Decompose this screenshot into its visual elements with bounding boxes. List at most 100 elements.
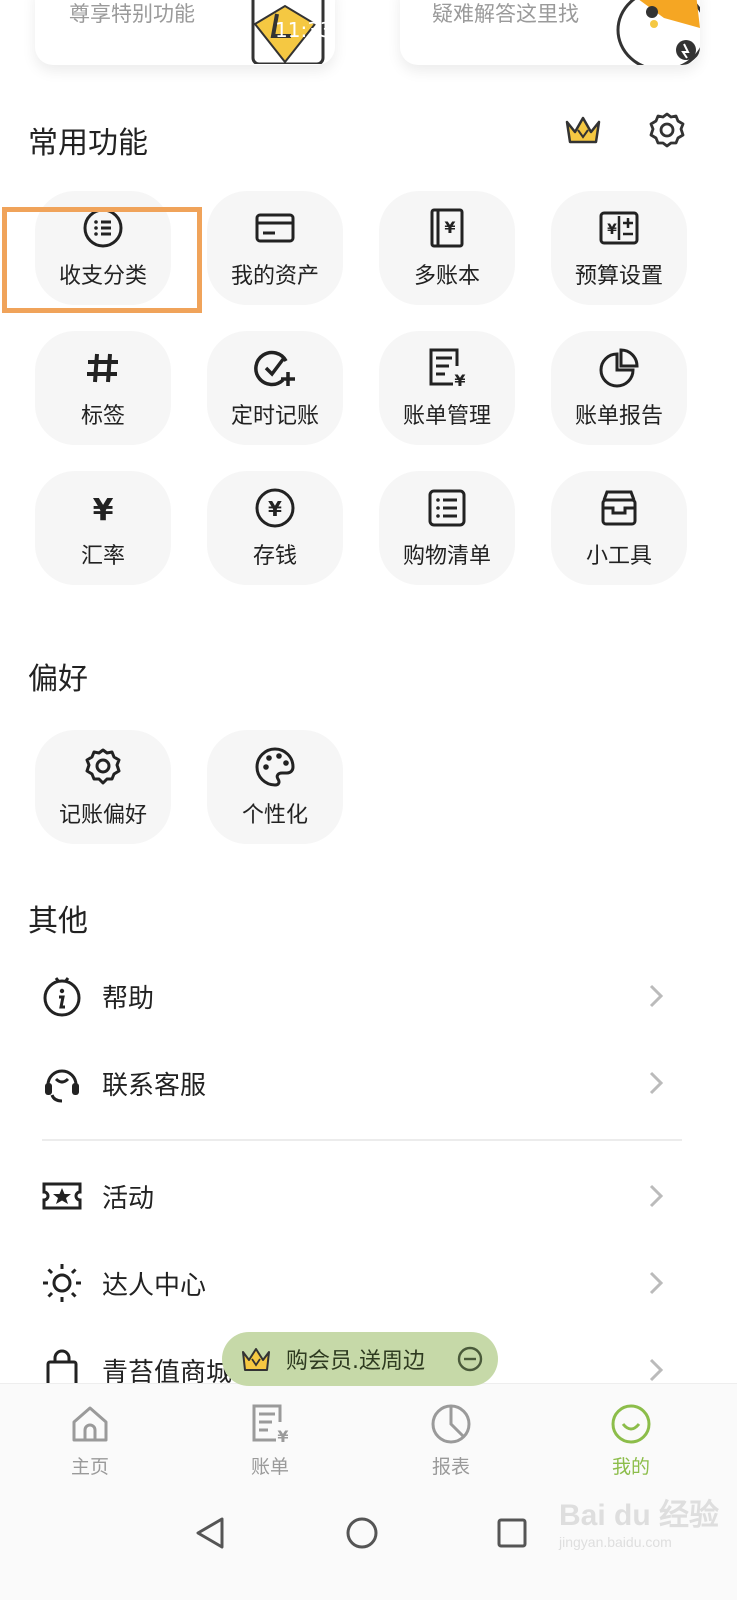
grid-label: 记账偏好: [58, 803, 147, 828]
status-time: 11:33: [275, 18, 333, 42]
membership-promo-pill[interactable]: 购会员.送周边: [222, 1332, 498, 1386]
svg-text:¥: ¥: [93, 493, 114, 528]
recents-square-icon[interactable]: [492, 1513, 532, 1553]
svg-text:¥: ¥: [444, 218, 455, 237]
svg-text:¥: ¥: [277, 1427, 288, 1446]
toolbox-icon: [601, 490, 637, 526]
grid-exchange-rate[interactable]: ¥ 汇率: [35, 471, 171, 585]
tab-label: 报表: [431, 1456, 470, 1478]
grid-income-expense-category[interactable]: 收支分类: [35, 191, 171, 305]
info-icon: [43, 977, 81, 1017]
chevron-right-icon: [649, 1184, 664, 1208]
tab-label: 账单: [250, 1456, 289, 1478]
tab-reports[interactable]: 报表: [396, 1402, 506, 1479]
settings-gear-icon[interactable]: [647, 110, 687, 150]
grid-label: 个性化: [241, 803, 308, 828]
bill-manage-icon: ¥: [429, 348, 466, 390]
grid-my-assets[interactable]: 我的资产: [207, 191, 343, 305]
grid-label: 购物清单: [402, 544, 491, 569]
calculator-icon: ¥: [599, 211, 639, 245]
list-item-customer-service[interactable]: 联系客服: [40, 1055, 680, 1111]
ledger-book-icon: ¥: [430, 208, 464, 248]
chevron-right-icon: [649, 984, 664, 1008]
grid-label: 存钱: [252, 544, 297, 569]
list-label: 达人中心: [102, 1270, 207, 1301]
others-title: 其他: [28, 904, 88, 939]
baidu-watermark: Bai du 经验 jingyan.baidu.com: [559, 1490, 719, 1550]
list-label: 活动: [102, 1183, 155, 1214]
headset-icon: [45, 1069, 79, 1103]
yen-icon: ¥: [93, 493, 114, 528]
grid-label: 账单管理: [402, 404, 491, 429]
membership-promo-text: 购会员.送周边: [286, 1349, 425, 1374]
grid-label: 标签: [80, 404, 125, 429]
tab-label: 主页: [70, 1456, 109, 1478]
grid-shopping-list[interactable]: 购物清单: [379, 471, 515, 585]
promo-row: 尊享特别功能 11:33 疑难解答这里找: [0, 0, 737, 80]
crown-icon[interactable]: [563, 110, 603, 150]
grid-personalization[interactable]: 个性化: [207, 730, 343, 844]
sun-icon: [43, 1264, 81, 1302]
crown-icon: [242, 1348, 270, 1371]
list-item-activity[interactable]: 活动: [40, 1168, 680, 1224]
coin-yen-icon: ¥: [255, 488, 295, 528]
promo-card-help[interactable]: 疑难解答这里找: [400, 0, 700, 65]
grid-label: 多账本: [413, 264, 480, 289]
collapse-minus-icon[interactable]: [456, 1345, 484, 1373]
bill-icon: ¥: [252, 1404, 289, 1446]
grid-tools[interactable]: 小工具: [551, 471, 687, 585]
svg-text:¥: ¥: [607, 222, 617, 238]
promo-card-vip[interactable]: 尊享特别功能 11:33: [35, 0, 335, 65]
list-item-help[interactable]: 帮助: [40, 968, 680, 1024]
common-functions-title: 常用功能: [28, 126, 148, 161]
grid-label: 收支分类: [58, 264, 147, 289]
grid-multi-ledger[interactable]: ¥ 多账本: [379, 191, 515, 305]
grid-tags[interactable]: 标签: [35, 331, 171, 445]
preferences-title: 偏好: [28, 662, 88, 697]
tab-label: 我的: [611, 1456, 650, 1478]
list-label: 帮助: [102, 983, 155, 1014]
pie-report-icon: [599, 348, 639, 388]
grid-bookkeeping-preferences[interactable]: 记账偏好: [35, 730, 171, 844]
watermark-main: Bai du 经验: [558, 1499, 719, 1532]
gear-icon: [85, 748, 121, 785]
timer-plus-icon: [254, 350, 295, 387]
list-label: 联系客服: [102, 1070, 207, 1101]
ticket-star-icon: [42, 1182, 82, 1210]
grid-bill-management[interactable]: ¥ 账单管理: [379, 331, 515, 445]
svg-text:¥: ¥: [268, 497, 282, 521]
smile-icon: [611, 1404, 651, 1444]
chart-icon: [431, 1404, 471, 1444]
list-circle-icon: [83, 208, 123, 248]
home-circle-icon[interactable]: [342, 1513, 382, 1553]
back-triangle-icon[interactable]: [190, 1513, 230, 1553]
grid-savings[interactable]: ¥ 存钱: [207, 471, 343, 585]
palette-icon: [255, 747, 295, 787]
promo-text: 疑难解答这里找: [432, 2, 579, 26]
tab-mine[interactable]: 我的: [576, 1402, 686, 1479]
grid-scheduled-entry[interactable]: 定时记账: [207, 331, 343, 445]
tiger-mascot-illustration: [616, 0, 700, 65]
grid-label: 我的资产: [230, 264, 319, 289]
grid-label: 汇率: [80, 544, 125, 569]
grid-label: 账单报告: [574, 404, 663, 429]
grid-bill-report[interactable]: 账单报告: [551, 331, 687, 445]
list-divider: [42, 1139, 682, 1141]
chevron-right-icon: [649, 1358, 664, 1382]
chevron-right-icon: [649, 1271, 664, 1295]
home-icon: [72, 1406, 108, 1442]
promo-text: 尊享特别功能: [69, 2, 195, 26]
grid-label: 预算设置: [574, 264, 663, 289]
bottom-tab-bar: 主页 ¥ 账单 报表 我的: [0, 1383, 737, 1493]
watermark-sub: jingyan.baidu.com: [558, 1534, 672, 1550]
svg-text:¥: ¥: [454, 371, 465, 390]
checklist-icon: [428, 489, 466, 527]
hashtag-icon: [87, 353, 118, 383]
tab-bills[interactable]: ¥ 账单: [215, 1402, 325, 1479]
grid-label: 小工具: [585, 544, 652, 569]
chevron-right-icon: [649, 1071, 664, 1095]
grid-budget-settings[interactable]: ¥ 预算设置: [551, 191, 687, 305]
grid-label: 定时记账: [230, 404, 319, 429]
list-item-expert-center[interactable]: 达人中心: [40, 1255, 680, 1311]
tab-home[interactable]: 主页: [35, 1402, 145, 1479]
